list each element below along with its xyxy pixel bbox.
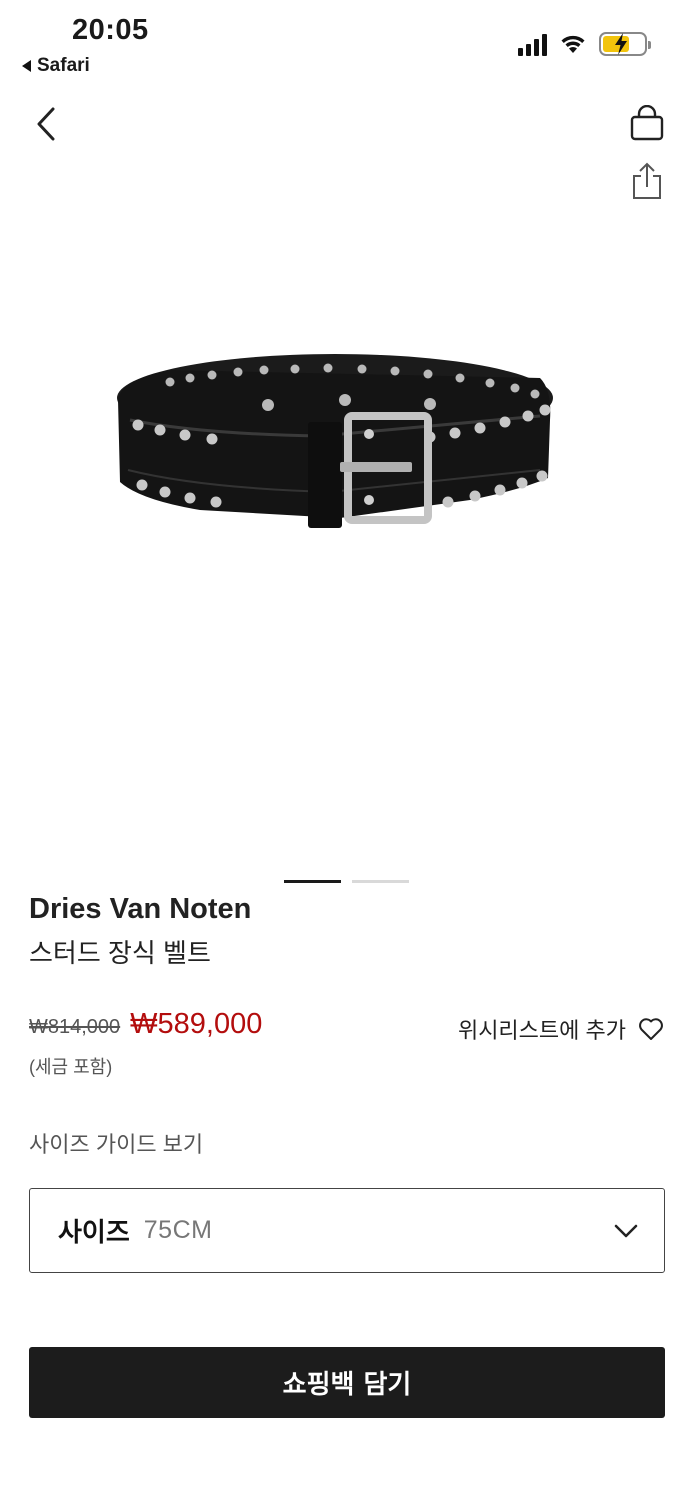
size-select[interactable]: 사이즈 75CM (29, 1188, 665, 1273)
size-guide-link[interactable]: 사이즈 가이드 보기 (29, 1127, 203, 1159)
share-button[interactable] (626, 160, 668, 202)
add-to-shopping-bag-button[interactable]: 쇼핑백 담기 (29, 1347, 665, 1418)
back-triangle-icon (22, 60, 31, 72)
status-time: 20:05 (72, 14, 149, 46)
image-pager[interactable] (284, 880, 409, 883)
size-select-value: 75CM (143, 1216, 213, 1244)
price-row: ₩814,000 ₩589,000 (29, 1008, 262, 1041)
size-select-label: 사이즈 (58, 1217, 130, 1247)
tax-note: (세금 포함) (29, 1057, 113, 1077)
back-button[interactable] (26, 102, 66, 146)
sale-price: ₩589,000 (130, 1008, 263, 1040)
chevron-left-icon (37, 107, 55, 141)
status-icons (518, 32, 651, 56)
pager-dot-active[interactable] (284, 880, 341, 883)
brand-name[interactable]: Dries Van Noten (29, 893, 251, 926)
pager-dot[interactable] (352, 880, 409, 883)
chevron-down-icon (614, 1224, 638, 1238)
share-icon (633, 162, 661, 199)
original-price: ₩814,000 (29, 1016, 121, 1038)
status-bar: 20:05 Safari (0, 0, 693, 84)
heart-outline-icon (639, 1018, 663, 1040)
signal-icon (518, 32, 547, 56)
wifi-icon (561, 35, 585, 53)
back-app-label: Safari (37, 55, 90, 76)
wishlist-label: 위시리스트에 추가 (457, 1018, 626, 1043)
back-to-app-link[interactable]: Safari (22, 55, 90, 77)
battery-charging-icon (599, 32, 651, 56)
studded-belt-image (117, 354, 553, 528)
shopping-bag-icon (630, 105, 664, 141)
product-title: 스터드 장식 벨트 (29, 938, 211, 968)
add-to-wishlist-button[interactable]: 위시리스트에 추가 (458, 1013, 664, 1045)
shopping-bag-button[interactable] (626, 102, 668, 144)
product-image[interactable] (0, 220, 693, 840)
